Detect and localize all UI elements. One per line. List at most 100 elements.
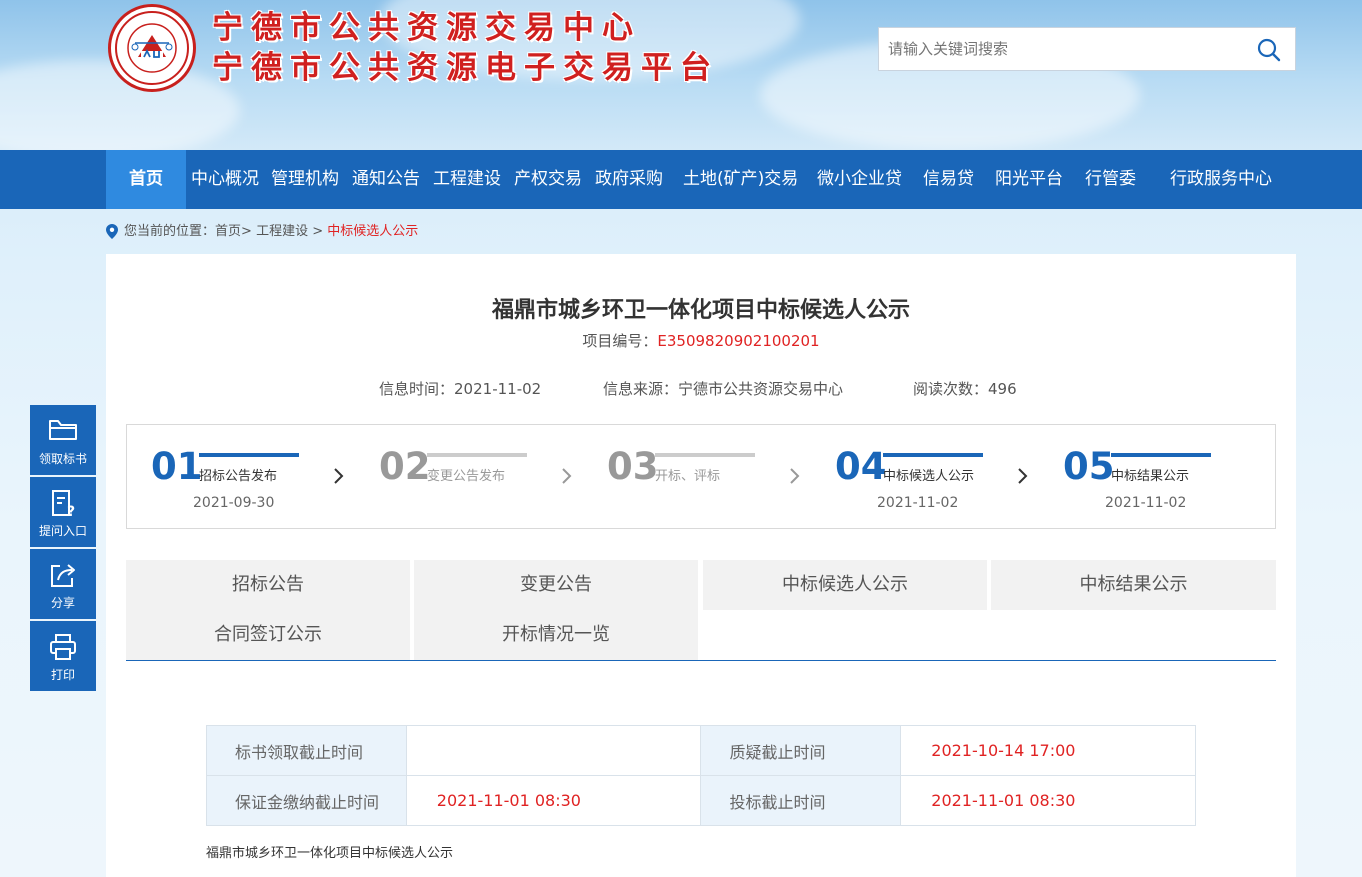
site-header: 宁德市公共资源交易中心 宁德市公共资源电子交易平台: [0, 0, 1362, 150]
sidebar-item-ask-question[interactable]: ? 提问入口: [30, 477, 96, 547]
nav-item-admin-committee[interactable]: 行管委: [1085, 150, 1136, 209]
info-time-value: 2021-11-02: [454, 380, 542, 398]
printer-icon: [50, 634, 76, 660]
svg-text:?: ?: [67, 504, 75, 517]
table-row: 保证金缴纳截止时间 2021-11-01 08:30 投标截止时间 2021-1…: [206, 775, 1196, 826]
step-date: 2021-09-30: [193, 495, 275, 511]
logo-emblem-icon: [115, 11, 189, 85]
step-label: 招标公告发布: [199, 469, 278, 484]
table-key: 质疑截止时间: [700, 725, 902, 776]
nav-item-property-trade[interactable]: 产权交易: [514, 150, 582, 209]
breadcrumb: 您当前的位置：首页> 工程建设 > 中标候选人公示: [106, 222, 418, 242]
search-box: [878, 27, 1296, 71]
read-count-label: 阅读次数：: [913, 380, 989, 398]
nav-item-home[interactable]: 首页: [106, 150, 186, 209]
info-source-value: 宁德市公共资源交易中心: [678, 380, 844, 398]
step-label: 开标、评标: [655, 469, 721, 484]
nav-item-sunshine-platform[interactable]: 阳光平台: [995, 150, 1063, 209]
sidebar-item-label: 打印: [50, 668, 75, 682]
breadcrumb-construction-link[interactable]: 工程建设: [256, 224, 308, 239]
sidebar-item-share[interactable]: 分享: [30, 549, 96, 619]
nav-item-credit-loan[interactable]: 信易贷: [923, 150, 974, 209]
info-source-label: 信息来源：: [603, 380, 679, 398]
nav-item-land-trade[interactable]: 土地(矿产)交易: [683, 150, 798, 209]
step-bar: [1111, 453, 1211, 457]
tab-candidate-notice[interactable]: 中标候选人公示: [703, 560, 987, 610]
location-pin-icon: [106, 224, 118, 239]
site-logo[interactable]: [108, 4, 196, 92]
table-key: 投标截止时间: [700, 775, 902, 826]
progress-steps: 01 招标公告发布 2021-09-30 02 变更公告发布 03 开标、评标 …: [126, 424, 1276, 529]
tab-tender-notice[interactable]: 招标公告: [126, 560, 410, 610]
info-time-label: 信息时间：: [379, 380, 455, 398]
step-number: 05: [1063, 445, 1115, 488]
project-number-label: 项目编号：: [582, 332, 658, 350]
deadline-table: 标书领取截止时间 质疑截止时间 2021-10-14 17:00 保证金缴纳截止…: [206, 725, 1196, 826]
main-nav: 首页 中心概况 管理机构 通知公告 工程建设 产权交易 政府采购 土地(矿产)交…: [0, 150, 1362, 209]
search-input[interactable]: [879, 28, 1249, 70]
question-doc-icon: ?: [52, 490, 75, 517]
tab-bid-opening-list[interactable]: 开标情况一览: [414, 610, 698, 660]
tabs-divider: [126, 660, 1276, 661]
step-number: 01: [151, 445, 203, 488]
nav-item-gov-procurement[interactable]: 政府采购: [595, 150, 663, 209]
step-date: 2021-11-02: [877, 495, 959, 511]
step-bar: [655, 453, 755, 457]
step-item: 02 变更公告发布: [379, 425, 559, 530]
step-item: 05 中标结果公示 2021-11-02: [1063, 425, 1243, 530]
tab-contract-notice[interactable]: 合同签订公示: [126, 610, 410, 660]
sidebar-item-label: 分享: [50, 596, 75, 610]
search-icon[interactable]: [1257, 38, 1281, 62]
tab-result-notice[interactable]: 中标结果公示: [991, 560, 1276, 610]
sidebar-item-label: 提问入口: [38, 524, 87, 538]
article-panel: 福鼎市城乡环卫一体化项目中标候选人公示 项目编号：E35098209021002…: [106, 254, 1296, 877]
step-number: 03: [607, 445, 659, 488]
step-number: 04: [835, 445, 887, 488]
nav-item-admin-service-center[interactable]: 行政服务中心: [1170, 150, 1272, 209]
breadcrumb-separator: >: [312, 224, 324, 239]
step-number: 02: [379, 445, 431, 488]
sidebar-item-get-bid-docs[interactable]: 领取标书: [30, 405, 96, 475]
nav-item-center-overview[interactable]: 中心概况: [191, 150, 259, 209]
nav-item-construction[interactable]: 工程建设: [433, 150, 501, 209]
table-value: 2021-10-14 17:00: [900, 725, 1196, 776]
breadcrumb-prefix: 您当前的位置：: [124, 224, 216, 239]
sidebar-item-print[interactable]: 打印: [30, 621, 96, 691]
step-item: 01 招标公告发布 2021-09-30: [151, 425, 331, 530]
site-title-line1: 宁德市公共资源交易中心: [212, 10, 641, 46]
share-icon: [51, 564, 75, 587]
nav-item-notices[interactable]: 通知公告: [352, 150, 420, 209]
chevron-right-icon: [1018, 468, 1028, 484]
breadcrumb-current: 中标候选人公示: [327, 224, 419, 239]
step-bar: [427, 453, 527, 457]
table-key: 标书领取截止时间: [206, 725, 407, 776]
table-key: 保证金缴纳截止时间: [206, 775, 407, 826]
table-value: [405, 725, 702, 776]
article-title: 福鼎市城乡环卫一体化项目中标候选人公示: [491, 298, 910, 323]
table-value: 2021-11-01 08:30: [900, 775, 1196, 826]
step-bar: [199, 453, 299, 457]
site-title-line2: 宁德市公共资源电子交易平台: [212, 50, 719, 86]
step-label: 中标结果公示: [1111, 469, 1190, 484]
nav-item-management[interactable]: 管理机构: [271, 150, 339, 209]
project-number: 项目编号：E3509820902100201: [106, 330, 1296, 351]
breadcrumb-home-link[interactable]: 首页: [215, 224, 241, 239]
table-value: 2021-11-01 08:30: [405, 775, 702, 826]
chevron-right-icon: [562, 468, 572, 484]
project-number-value: E3509820902100201: [657, 332, 820, 350]
read-count: 阅读次数：496: [913, 378, 1017, 399]
tab-change-notice[interactable]: 变更公告: [414, 560, 698, 610]
site-title: 宁德市公共资源交易中心 宁德市公共资源电子交易平台: [212, 8, 719, 88]
chevron-right-icon: [790, 468, 800, 484]
chevron-right-icon: [334, 468, 344, 484]
folder-icon: [49, 420, 77, 440]
table-row: 标书领取截止时间 质疑截止时间 2021-10-14 17:00: [206, 725, 1196, 776]
info-time: 信息时间：2021-11-02: [379, 378, 541, 399]
step-label: 变更公告发布: [427, 469, 506, 484]
read-count-value: 496: [988, 380, 1017, 398]
step-date: 2021-11-02: [1105, 495, 1187, 511]
nav-item-micro-loan[interactable]: 微小企业贷: [817, 150, 902, 209]
article-body-text: 福鼎市城乡环卫一体化项目中标候选人公示: [206, 846, 454, 861]
step-bar: [883, 453, 983, 457]
breadcrumb-separator: >: [241, 224, 252, 239]
